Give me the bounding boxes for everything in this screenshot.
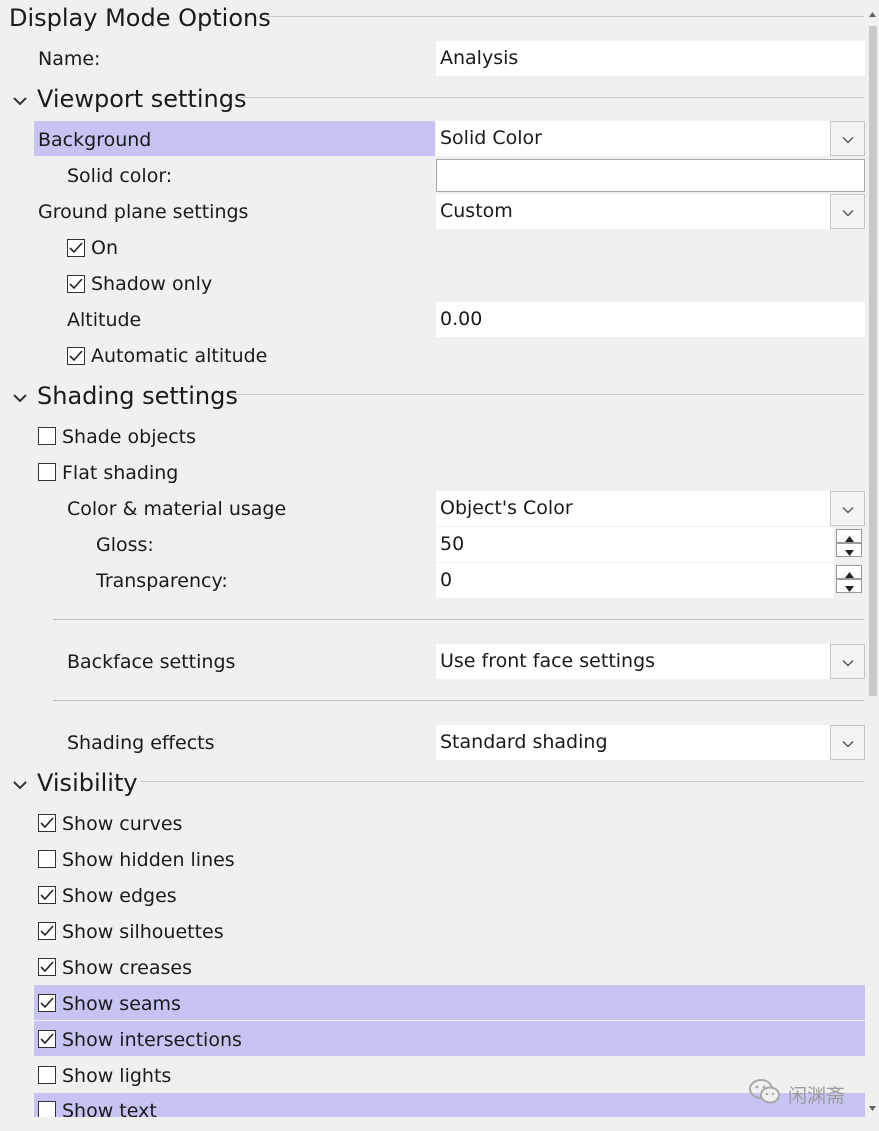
- background-label: Background: [38, 129, 152, 151]
- name-label: Name:: [38, 48, 101, 70]
- gloss-spin-down[interactable]: [836, 543, 862, 557]
- show-creases-checkbox[interactable]: [38, 958, 56, 976]
- check-icon: [40, 994, 54, 1013]
- chevron-down-icon: [13, 388, 27, 407]
- solid-color-swatch[interactable]: [436, 159, 865, 192]
- chevron-down-icon: [13, 91, 27, 110]
- scrollbar-thumb[interactable]: [869, 26, 877, 696]
- automatic-altitude-label: Automatic altitude: [91, 345, 268, 367]
- shading-divider: [230, 394, 864, 395]
- section-visibility: Visibility: [37, 769, 138, 797]
- visibility-divider: [140, 781, 864, 782]
- shading-effects-dropdown-button[interactable]: [830, 725, 865, 760]
- check-icon: [69, 347, 83, 366]
- transparency-label: Transparency:: [96, 570, 228, 592]
- show-creases-label: Show creases: [62, 957, 192, 979]
- show-hidden-lines-checkbox[interactable]: [38, 850, 56, 868]
- show-curves-label: Show curves: [62, 813, 183, 835]
- altitude-label: Altitude: [67, 309, 142, 331]
- triangle-down-icon: [844, 577, 854, 596]
- show-intersections-checkbox[interactable]: [38, 1030, 56, 1048]
- shading-collapse-toggle[interactable]: [9, 386, 31, 408]
- flat-shading-checkbox[interactable]: [38, 463, 56, 481]
- altitude-field[interactable]: 0.00: [436, 302, 865, 337]
- show-lights-label: Show lights: [62, 1065, 172, 1087]
- color-material-label: Color & material usage: [67, 498, 287, 520]
- viewport-collapse-toggle[interactable]: [9, 89, 31, 111]
- chevron-down-icon: [842, 652, 854, 671]
- automatic-altitude-checkbox[interactable]: [67, 347, 85, 365]
- effects-divider: [53, 700, 864, 701]
- show-text-checkbox[interactable]: [38, 1101, 56, 1117]
- scroll-up-arrow-icon[interactable]: [869, 2, 876, 21]
- check-icon: [40, 814, 54, 833]
- scroll-down-arrow-icon[interactable]: [869, 1096, 876, 1115]
- shadow-only-checkbox[interactable]: [67, 275, 85, 293]
- shadow-only-label: Shadow only: [91, 273, 213, 295]
- section-shading-settings: Shading settings: [37, 382, 238, 410]
- on-label: On: [91, 237, 118, 259]
- shade-objects-checkbox[interactable]: [38, 427, 56, 445]
- show-silhouettes-checkbox[interactable]: [38, 922, 56, 940]
- backface-dropdown-button[interactable]: [830, 644, 865, 679]
- show-intersections-label: Show intersections: [62, 1029, 242, 1051]
- show-edges-label: Show edges: [62, 885, 177, 907]
- wechat-icon: [748, 1078, 782, 1110]
- show-seams-label: Show seams: [62, 993, 181, 1015]
- chevron-down-icon: [13, 775, 27, 794]
- name-field[interactable]: Analysis: [436, 41, 865, 76]
- ground-plane-label: Ground plane settings: [38, 201, 249, 223]
- backface-select[interactable]: Use front face settings: [436, 644, 830, 679]
- chevron-down-icon: [842, 129, 854, 148]
- section-viewport-settings: Viewport settings: [37, 85, 247, 113]
- check-icon: [40, 886, 54, 905]
- chevron-down-icon: [842, 202, 854, 221]
- background-select[interactable]: Solid Color: [436, 121, 830, 156]
- show-text-row-clip: Show text: [34, 1093, 634, 1117]
- on-checkbox[interactable]: [67, 239, 85, 257]
- gloss-label: Gloss:: [96, 534, 154, 556]
- show-lights-checkbox[interactable]: [38, 1066, 56, 1084]
- backface-label: Backface settings: [67, 651, 236, 673]
- page-title: Display Mode Options: [9, 4, 271, 32]
- triangle-down-icon: [844, 541, 854, 560]
- show-hidden-lines-label: Show hidden lines: [62, 849, 235, 871]
- check-icon: [40, 1030, 54, 1049]
- ground-plane-select[interactable]: Custom: [436, 194, 830, 229]
- gloss-field[interactable]: 50: [436, 527, 834, 562]
- show-silhouettes-label: Show silhouettes: [62, 921, 224, 943]
- show-curves-checkbox[interactable]: [38, 814, 56, 832]
- title-divider: [266, 16, 864, 17]
- viewport-divider: [240, 97, 864, 98]
- transparency-field[interactable]: 0: [436, 563, 834, 598]
- check-icon: [69, 239, 83, 258]
- shading-effects-select[interactable]: Standard shading: [436, 725, 830, 760]
- chevron-down-icon: [842, 499, 854, 518]
- color-material-select[interactable]: Object's Color: [436, 491, 830, 526]
- transparency-spin-down[interactable]: [836, 579, 862, 593]
- vertical-scrollbar[interactable]: [866, 0, 879, 1131]
- watermark-text: 闲渊斋: [788, 1085, 846, 1107]
- show-text-label: Show text: [62, 1100, 157, 1117]
- check-icon: [40, 958, 54, 977]
- check-icon: [40, 922, 54, 941]
- visibility-collapse-toggle[interactable]: [9, 773, 31, 795]
- solid-color-label: Solid color:: [67, 165, 173, 187]
- flat-shading-label: Flat shading: [62, 462, 179, 484]
- shade-objects-label: Shade objects: [62, 426, 196, 448]
- backface-divider: [53, 619, 864, 620]
- chevron-down-icon: [842, 733, 854, 752]
- ground-plane-dropdown-button[interactable]: [830, 194, 865, 229]
- color-material-dropdown-button[interactable]: [830, 491, 865, 526]
- background-dropdown-button[interactable]: [830, 121, 865, 156]
- show-seams-checkbox[interactable]: [38, 994, 56, 1012]
- check-icon: [69, 275, 83, 294]
- show-edges-checkbox[interactable]: [38, 886, 56, 904]
- shading-effects-label: Shading effects: [67, 732, 215, 754]
